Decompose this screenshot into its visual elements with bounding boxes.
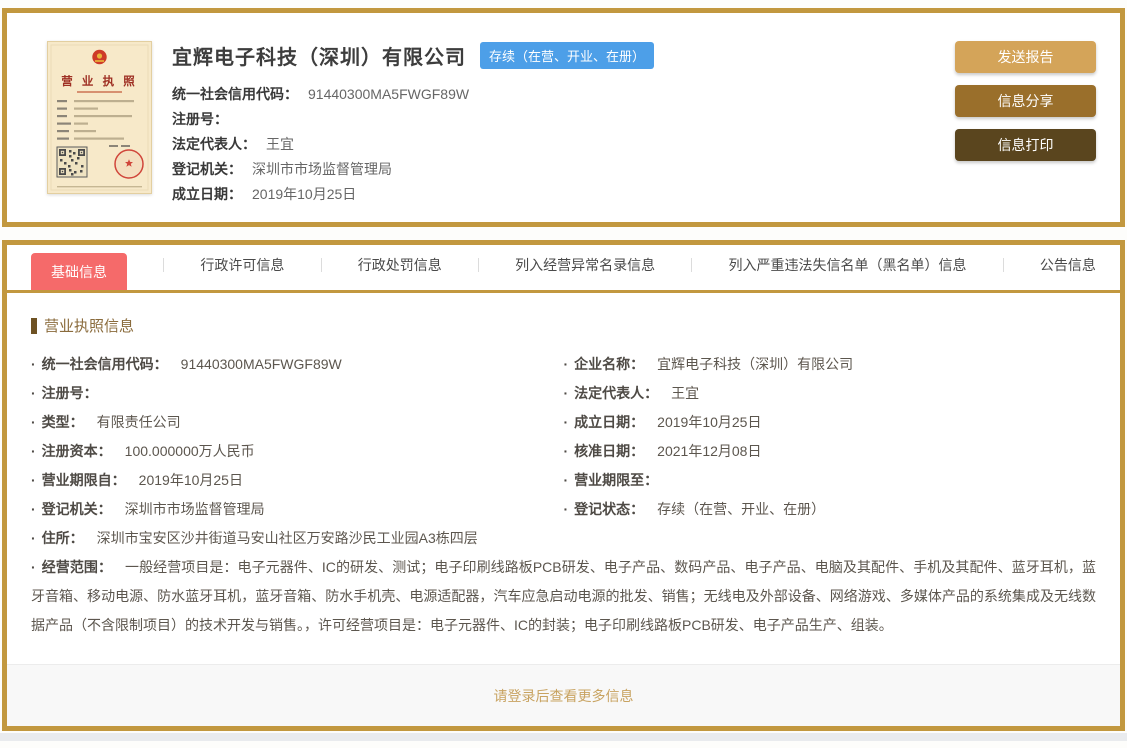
send-report-button[interactable]: 发送报告 [955,41,1096,73]
summary-legal-rep: 法定代表人： 王宜 [172,136,294,152]
login-link[interactable]: 请登录后查看更多信息 [494,686,634,706]
summary-establish-date: 成立日期： 2019年10月25日 [172,186,357,202]
tab-serious-violation-blacklist[interactable]: 列入严重违法失信名单（黑名单）信息 [729,255,967,290]
tab-divider [691,258,693,272]
field-address: 住所：深圳市宝安区沙井街道马安山社区万安路沙民工业园A3栋四层 [31,524,1096,553]
section-marker-icon [31,317,37,334]
company-summary: 宜辉电子科技（深圳）有限公司 存续（在营、开业、在册） 统一社会信用代码： 914… [170,41,955,202]
tab-divider [163,258,165,272]
section-title: 营业执照信息 [44,318,135,335]
tab-admin-penalty-info[interactable]: 行政处罚信息 [358,255,442,290]
national-emblem-icon [92,49,107,65]
field-credit-code: 统一社会信用代码：91440300MA5FWGF89W [31,350,564,379]
detail-card: 基础信息 行政许可信息 行政处罚信息 列入经营异常名录信息 列入严重违法失信名单… [2,240,1125,731]
field-registration-status: 登记状态：存续（在营、开业、在册） [564,495,1097,524]
basic-info-panel: 营业执照信息 统一社会信用代码：91440300MA5FWGF89W 企业名称：… [7,293,1120,640]
summary-credit-code: 统一社会信用代码： 91440300MA5FWGF89W [172,86,470,102]
license-subtitle-line [77,91,122,93]
tab-abnormal-operation-list[interactable]: 列入经营异常名录信息 [515,255,655,290]
status-badge: 存续（在营、开业、在册） [480,42,655,69]
license-footer-line [57,186,142,188]
section-header: 营业执照信息 [31,315,1096,336]
tab-admin-license-info[interactable]: 行政许可信息 [200,255,284,290]
field-legal-rep: 法定代表人：王宜 [564,379,1097,408]
business-license-thumbnail: 营 业 执 照 [47,41,152,194]
field-establish-date: 成立日期：2019年10月25日 [564,408,1097,437]
company-name: 宜辉电子科技（深圳）有限公司 [172,47,466,69]
summary-registry-authority: 登记机关： 深圳市市场监督管理局 [172,161,392,177]
field-registry-authority: 登记机关：深圳市市场监督管理局 [31,495,564,524]
qr-code-icon [56,146,88,178]
business-license-image: 营 业 执 照 [47,41,152,194]
tab-announcement-info[interactable]: 公告信息 [1040,255,1096,290]
field-term-to: 营业期限至： [564,466,1097,495]
tab-bar: 基础信息 行政许可信息 行政处罚信息 列入经营异常名录信息 列入严重违法失信名单… [7,245,1120,293]
tab-divider [477,258,479,272]
license-title: 营 业 执 照 [61,74,138,88]
field-registered-capital: 注册资本：100.000000万人民币 [31,437,564,466]
company-header-card: 营 业 执 照 宜辉电子科技（深圳）有限公司 存续（在营、开业、在册） 统一社会… [2,8,1125,227]
tab-basic-info[interactable]: 基础信息 [31,253,127,290]
field-approval-date: 核准日期：2021年12月08日 [564,437,1097,466]
action-buttons: 发送报告 信息分享 信息打印 [955,41,1096,196]
summary-reg-number: 注册号： [172,111,228,127]
print-info-button[interactable]: 信息打印 [955,129,1096,161]
tab-divider [320,258,322,272]
field-company-name: 企业名称：宜辉电子科技（深圳）有限公司 [564,350,1097,379]
share-info-button[interactable]: 信息分享 [955,85,1096,117]
field-reg-number: 注册号： [31,379,564,408]
field-company-type: 类型：有限责任公司 [31,408,564,437]
tab-divider [1002,258,1004,272]
field-term-from: 营业期限自：2019年10月25日 [31,466,564,495]
field-business-scope: 经营范围：一般经营项目是：电子元器件、IC的研发、测试；电子印刷线路板PCB研发… [31,553,1096,640]
login-prompt-bar: 请登录后查看更多信息 [7,664,1120,726]
license-info-grid: 统一社会信用代码：91440300MA5FWGF89W 企业名称：宜辉电子科技（… [31,350,1096,524]
